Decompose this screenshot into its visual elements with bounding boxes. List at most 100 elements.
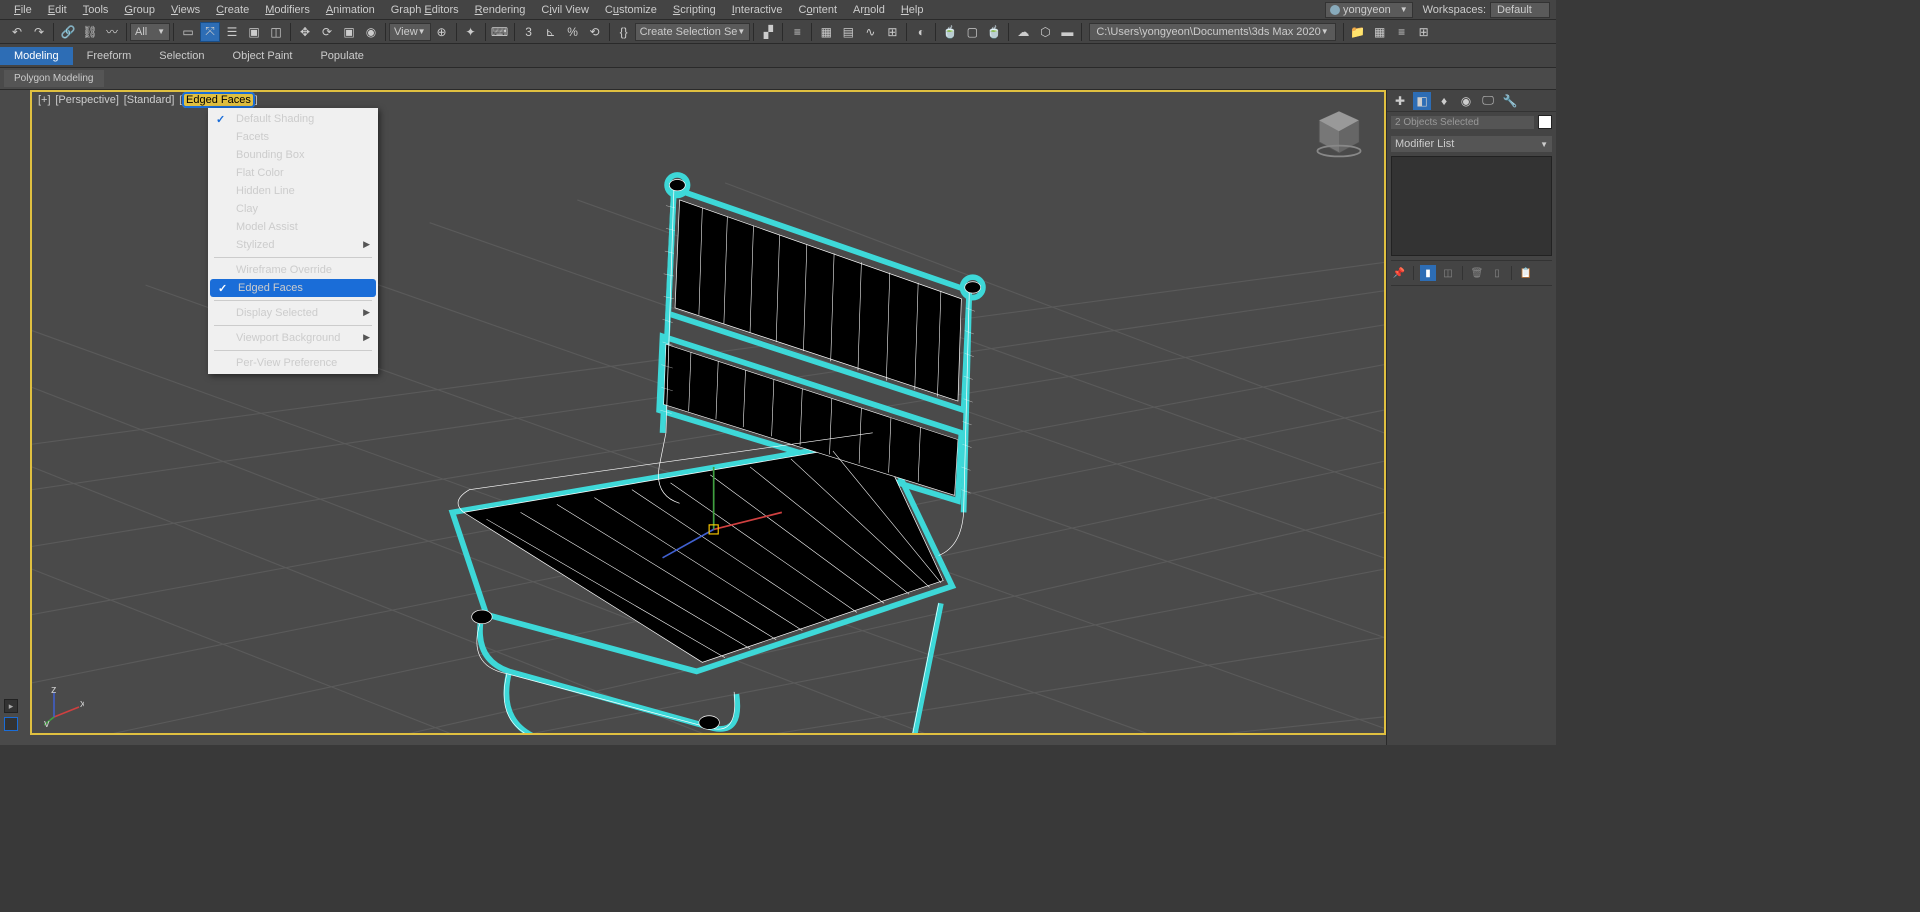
mirror-button[interactable]: ▞ — [758, 22, 778, 42]
redo-button[interactable]: ↷ — [29, 22, 49, 42]
pin-stack-icon[interactable]: 📌 — [1391, 265, 1407, 281]
selection-region-button[interactable]: ▣ — [244, 22, 264, 42]
snap-toggle-button[interactable]: 3 — [519, 22, 539, 42]
selection-name-field[interactable]: 2 Objects Selected — [1391, 116, 1534, 129]
polygon-modeling-panel[interactable]: Polygon Modeling — [4, 70, 104, 87]
menu-file[interactable]: File — [6, 2, 40, 18]
perspective-viewport[interactable]: [+] [Perspective] [Standard] [Edged Face… — [30, 90, 1386, 735]
menu-scripting[interactable]: Scripting — [665, 2, 724, 18]
configure-sets-icon[interactable]: 📋 — [1518, 265, 1534, 281]
pivot-center-button[interactable]: ⊕ — [432, 22, 452, 42]
toggle-ribbon-button[interactable]: ▤ — [838, 22, 858, 42]
ctx-stylized[interactable]: Stylized▶ — [208, 236, 378, 254]
set-project-button[interactable]: 📁 — [1348, 22, 1368, 42]
render-cloud-button[interactable]: ▬ — [1057, 22, 1077, 42]
asset-tracking-button[interactable]: ▦ — [1370, 22, 1390, 42]
menu-civilview[interactable]: Civil View — [533, 2, 597, 18]
ctx-facets[interactable]: Facets — [208, 128, 378, 146]
user-account-button[interactable]: yongyeon ▼ — [1325, 2, 1413, 18]
menu-views[interactable]: Views — [163, 2, 208, 18]
viewport-label[interactable]: [+] [Perspective] [Standard] [Edged Face… — [38, 94, 258, 106]
ctx-bounding-box[interactable]: Bounding Box — [208, 146, 378, 164]
modify-tab-icon[interactable]: ◧ — [1413, 92, 1431, 110]
ribbon-tab-selection[interactable]: Selection — [145, 47, 218, 65]
viewport-play-button[interactable]: ▸ — [4, 699, 18, 713]
ctx-default-shading[interactable]: ✓Default Shading — [208, 110, 378, 128]
ctx-per-view-preference[interactable]: Per-View Preference — [208, 354, 378, 372]
manipulate-button[interactable]: ✦ — [461, 22, 481, 42]
create-tab-icon[interactable]: ✚ — [1391, 92, 1409, 110]
viewport-active-indicator[interactable] — [4, 717, 18, 731]
rotate-button[interactable]: ⟳ — [317, 22, 337, 42]
spinner-snap-button[interactable]: ⟲ — [585, 22, 605, 42]
a360-button[interactable]: ⬡ — [1035, 22, 1055, 42]
ctx-edged-faces[interactable]: ✓Edged Faces — [210, 279, 376, 297]
render-setup-button[interactable]: 🍵 — [940, 22, 960, 42]
hierarchy-tab-icon[interactable]: ♦ — [1435, 92, 1453, 110]
schematic-view-button[interactable]: ⊞ — [882, 22, 902, 42]
placement-button[interactable]: ◉ — [361, 22, 381, 42]
ribbon-tab-modeling[interactable]: Modeling — [0, 47, 73, 65]
ctx-model-assist[interactable]: Model Assist — [208, 218, 378, 236]
layers-button[interactable]: ≡ — [1392, 22, 1412, 42]
menu-tools[interactable]: Tools — [75, 2, 117, 18]
layer-explorer-button[interactable]: ▦ — [816, 22, 836, 42]
named-selection-dropdown[interactable]: Create Selection Se▼ — [635, 23, 751, 41]
menu-grapheditors[interactable]: Graph Editors — [383, 2, 467, 18]
display-tab-icon[interactable]: 🖵 — [1479, 92, 1497, 110]
motion-tab-icon[interactable]: ◉ — [1457, 92, 1475, 110]
scale-button[interactable]: ▣ — [339, 22, 359, 42]
edit-selection-set-button[interactable]: {} — [614, 22, 634, 42]
utilities-tab-icon[interactable]: 🔧 — [1501, 92, 1519, 110]
show-end-result-icon[interactable]: ▮ — [1420, 265, 1436, 281]
menu-animation[interactable]: Animation — [318, 2, 383, 18]
curve-editor-button[interactable]: ∿ — [860, 22, 880, 42]
manage-layers-button[interactable]: ⊞ — [1414, 22, 1434, 42]
ctx-display-selected[interactable]: Display Selected▶ — [208, 304, 378, 322]
modifier-stack[interactable] — [1391, 156, 1552, 256]
lock-stack-icon[interactable]: ▯ — [1489, 265, 1505, 281]
remove-modifier-icon[interactable]: 🗑 — [1469, 265, 1485, 281]
modifier-list-dropdown[interactable]: Modifier List▼ — [1391, 136, 1552, 152]
ctx-hidden-line[interactable]: Hidden Line — [208, 182, 378, 200]
object-color-swatch[interactable] — [1538, 115, 1552, 129]
menu-modifiers[interactable]: Modifiers — [257, 2, 318, 18]
menu-customize[interactable]: Customize — [597, 2, 665, 18]
menu-group[interactable]: Group — [116, 2, 163, 18]
ctx-flat-color[interactable]: Flat Color — [208, 164, 378, 182]
workspaces-dropdown[interactable]: Default — [1490, 2, 1550, 18]
render-frame-button[interactable]: ▢ — [962, 22, 982, 42]
ctx-wireframe-override[interactable]: Wireframe Override — [208, 261, 378, 279]
selection-filter-dropdown[interactable]: All▼ — [130, 23, 170, 41]
link-button[interactable]: 🔗 — [58, 22, 78, 42]
window-crossing-button[interactable]: ◫ — [266, 22, 286, 42]
viewcube[interactable] — [1312, 106, 1366, 160]
keyboard-shortcut-button[interactable]: ⌨ — [490, 22, 510, 42]
bind-button[interactable]: 〰 — [102, 22, 122, 42]
project-path-field[interactable]: C:\Users\yongyeon\Documents\3ds Max 2020… — [1089, 23, 1335, 41]
percent-snap-button[interactable]: % — [563, 22, 583, 42]
menu-edit[interactable]: Edit — [40, 2, 75, 18]
unlink-button[interactable]: ⛓ — [80, 22, 100, 42]
ctx-clay[interactable]: Clay — [208, 200, 378, 218]
select-object-button[interactable]: ▭ — [178, 22, 198, 42]
angle-snap-button[interactable]: ⊾ — [541, 22, 561, 42]
menu-content[interactable]: Content — [790, 2, 845, 18]
open-autodesk-button[interactable]: ☁ — [1013, 22, 1033, 42]
select-by-name-button[interactable]: ☰ — [222, 22, 242, 42]
ctx-viewport-background[interactable]: Viewport Background▶ — [208, 329, 378, 347]
menu-help[interactable]: Help — [893, 2, 932, 18]
make-unique-icon[interactable]: ◫ — [1440, 265, 1456, 281]
move-button[interactable]: ✥ — [295, 22, 315, 42]
material-editor-button[interactable]: ◐ — [911, 22, 931, 42]
menu-arnold[interactable]: Arnold — [845, 2, 893, 18]
menu-create[interactable]: Create — [208, 2, 257, 18]
render-button[interactable]: 🍵 — [984, 22, 1004, 42]
ribbon-tab-freeform[interactable]: Freeform — [73, 47, 146, 65]
menu-interactive[interactable]: Interactive — [724, 2, 791, 18]
ribbon-tab-objectpaint[interactable]: Object Paint — [219, 47, 307, 65]
align-button[interactable]: ≡ — [787, 22, 807, 42]
menu-rendering[interactable]: Rendering — [467, 2, 534, 18]
undo-button[interactable]: ↶ — [7, 22, 27, 42]
ref-coord-dropdown[interactable]: View▼ — [389, 23, 431, 41]
